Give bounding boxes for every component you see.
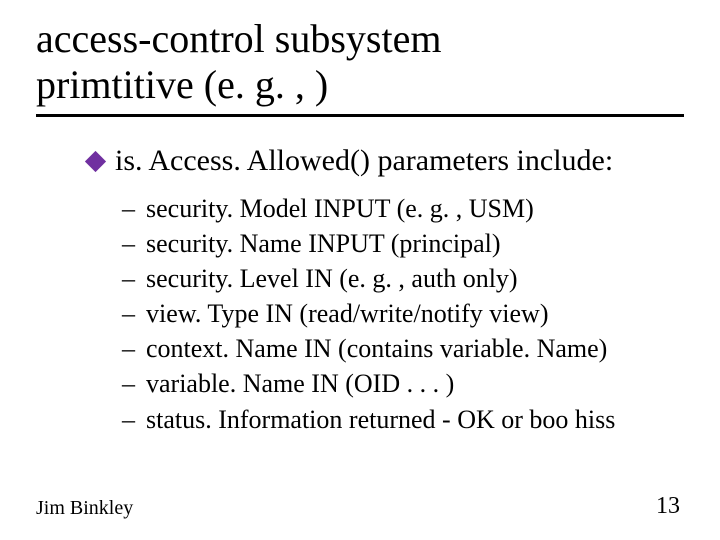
slide-title: access-control subsystem primtitive (e. … xyxy=(36,16,684,108)
dash-icon: – xyxy=(122,261,136,296)
title-line-1: access-control subsystem xyxy=(36,16,441,61)
page-number: 13 xyxy=(656,493,680,520)
sub-item: –security. Name INPUT (principal) xyxy=(122,226,684,261)
sub-item: –security. Level IN (e. g. , auth only) xyxy=(122,261,684,296)
sub-item: –status. Information returned - OK or bo… xyxy=(122,402,684,437)
sub-text: status. Information returned - OK or boo… xyxy=(146,402,615,437)
bullet-item: is. Access. Allowed() parameters include… xyxy=(88,143,684,179)
sub-list: –security. Model INPUT (e. g. , USM) –se… xyxy=(88,191,684,437)
sub-item: –security. Model INPUT (e. g. , USM) xyxy=(122,191,684,226)
dash-icon: – xyxy=(122,296,136,331)
bullet-text: is. Access. Allowed() parameters include… xyxy=(115,143,613,179)
sub-text: context. Name IN (contains variable. Nam… xyxy=(146,331,607,366)
slide-body: is. Access. Allowed() parameters include… xyxy=(36,143,684,437)
sub-text: view. Type IN (read/write/notify view) xyxy=(146,296,549,331)
sub-text: security. Model INPUT (e. g. , USM) xyxy=(146,191,534,226)
sub-text: variable. Name IN (OID . . . ) xyxy=(146,366,454,401)
dash-icon: – xyxy=(122,366,136,401)
dash-icon: – xyxy=(122,226,136,261)
sub-item: –variable. Name IN (OID . . . ) xyxy=(122,366,684,401)
footer-author: Jim Binkley xyxy=(36,497,133,520)
slide: access-control subsystem primtitive (e. … xyxy=(0,0,720,540)
dash-icon: – xyxy=(122,402,136,437)
title-line-2: primtitive (e. g. , ) xyxy=(36,62,328,107)
dash-icon: – xyxy=(122,191,136,226)
diamond-icon xyxy=(85,151,106,172)
sub-text: security. Level IN (e. g. , auth only) xyxy=(146,261,518,296)
title-underline xyxy=(36,114,684,117)
sub-item: –view. Type IN (read/write/notify view) xyxy=(122,296,684,331)
dash-icon: – xyxy=(122,331,136,366)
sub-text: security. Name INPUT (principal) xyxy=(146,226,501,261)
sub-item: –context. Name IN (contains variable. Na… xyxy=(122,331,684,366)
